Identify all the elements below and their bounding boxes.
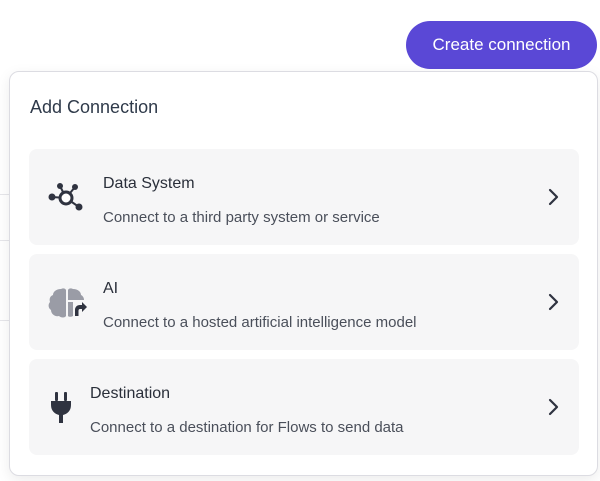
chevron-right-icon [547, 187, 561, 207]
chevron-right-icon [547, 397, 561, 417]
option-description: Connect to a third party system or servi… [103, 209, 380, 226]
brain-arrow-icon [47, 286, 87, 325]
plug-icon [49, 390, 73, 431]
add-connection-popover: Add Connection Data System Connect to a … [9, 71, 598, 476]
option-title: Data System [103, 175, 195, 192]
option-title: Destination [90, 385, 171, 402]
option-destination[interactable]: Destination Connect to a destination for… [29, 359, 579, 455]
create-connection-button[interactable]: Create connection [406, 21, 597, 69]
network-nodes-icon [47, 182, 85, 217]
option-data-system[interactable]: Data System Connect to a third party sys… [29, 149, 579, 245]
chevron-right-icon [547, 292, 561, 312]
option-title: AI [103, 280, 119, 297]
popover-title: Add Connection [30, 97, 159, 117]
option-description: Connect to a destination for Flows to se… [90, 419, 404, 436]
option-ai[interactable]: AI Connect to a hosted artificial intell… [29, 254, 579, 350]
option-description: Connect to a hosted artificial intellige… [103, 314, 417, 331]
